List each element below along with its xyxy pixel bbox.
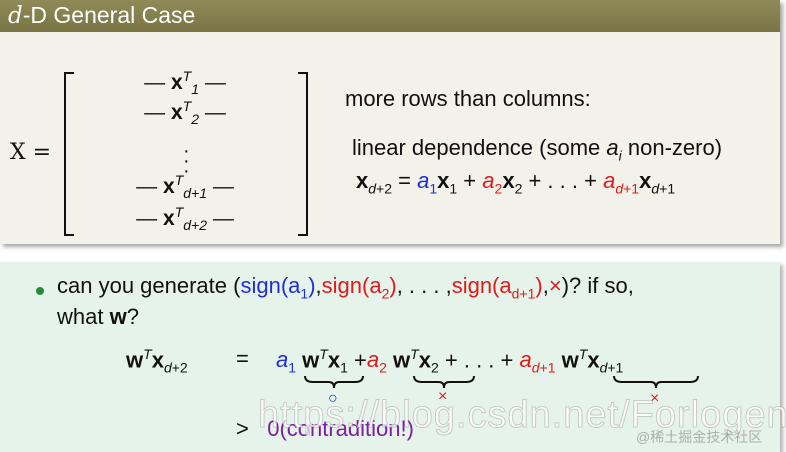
matrix-row-1: — xT1 —: [144, 68, 226, 98]
matrix-row-2: — xT2 —: [144, 98, 226, 128]
equation-lhs: wTxd+2: [126, 346, 188, 376]
matrix-row-d2: — xTd+2 —: [136, 204, 234, 234]
rows-text: more rows than columns:: [345, 86, 591, 111]
block-header: d-D General Case: [0, 0, 780, 32]
linear-dependence-equation: xd+2 = a1x1 + a2x2 + . . . + ad+1xd+1: [356, 168, 676, 197]
slide-title: d-D General Case: [8, 2, 196, 29]
matrix-row-d1: — xTd+1 —: [136, 172, 234, 202]
equation-rhs: a1 wTx1 +a2 wTx2 + . . . + ad+1 wTxd+1: [276, 346, 624, 376]
right-bracket: [298, 72, 308, 236]
bullet-question-line2: what w?: [57, 304, 139, 329]
underbrace-3: [613, 375, 699, 389]
underbrace-1: [304, 375, 364, 389]
bullet-question-line1: can you generate (sign(a1),sign(a2), . .…: [57, 273, 634, 302]
linear-dependence-text: linear dependence (some ai non-zero): [352, 135, 723, 164]
equation-equals: =: [236, 346, 249, 371]
bullet-dot: [36, 287, 44, 295]
watermark-credit: @稀土掘金技术社区: [636, 429, 763, 445]
matrix-lhs: X =: [10, 140, 52, 165]
